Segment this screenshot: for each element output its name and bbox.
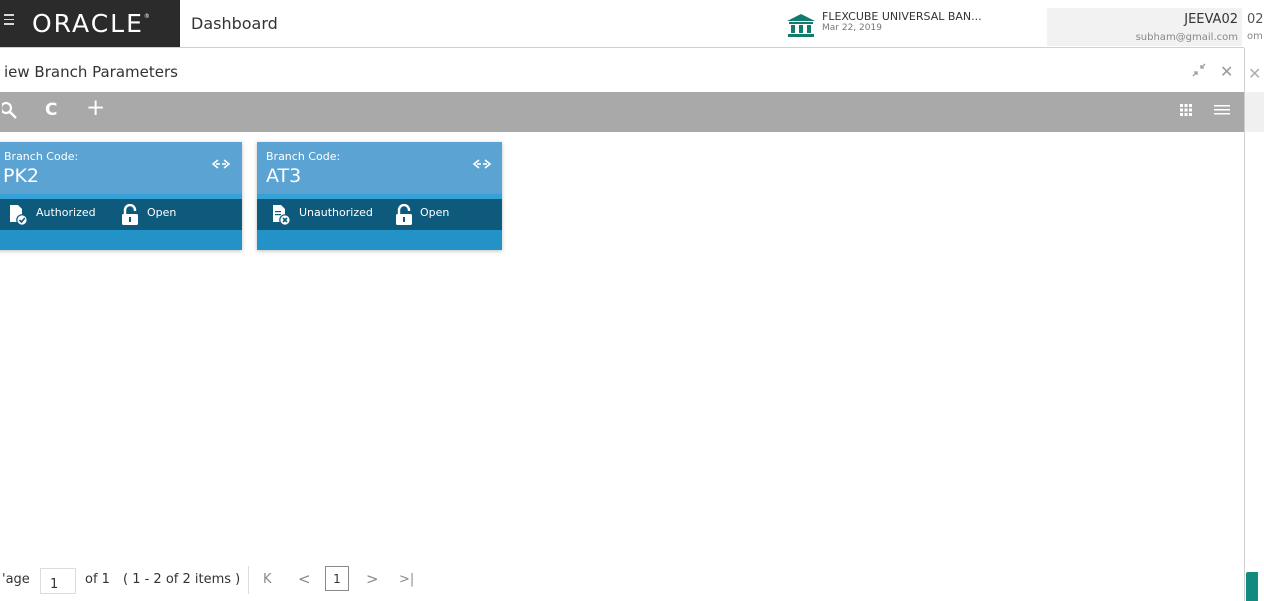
bank-icon <box>787 14 815 37</box>
card-label: Branch Code: <box>266 150 341 163</box>
user-menu[interactable]: JEEVA02 subham@gmail.com <box>1047 8 1242 46</box>
oracle-logo: ORACLE® <box>32 9 150 38</box>
card-branch-code: PK2 <box>3 165 40 187</box>
page-title: iew Branch Parameters <box>4 63 178 81</box>
close-icon-ghost: ✕ <box>1248 64 1262 83</box>
refresh-icon[interactable]: C <box>45 100 57 120</box>
grid-view-icon[interactable] <box>1180 104 1192 116</box>
page-of-label: of 1 <box>85 572 110 587</box>
dashboard-title[interactable]: Dashboard <box>191 14 278 33</box>
card-label: Branch Code: <box>4 150 79 163</box>
page-input[interactable] <box>40 568 76 594</box>
auth-status: Unauthorized <box>299 206 373 219</box>
page-number-button[interactable]: 1 <box>325 566 349 591</box>
toolbar <box>0 92 1244 132</box>
user-email-ghost: om <box>1247 31 1263 42</box>
prev-page-icon[interactable]: < <box>298 570 311 588</box>
bank-name[interactable]: FLEXCUBE UNIVERSAL BAN... <box>822 11 982 23</box>
unlock-icon <box>122 204 138 225</box>
record-status: Open <box>147 206 177 219</box>
add-icon[interactable]: + <box>86 95 105 121</box>
items-count: ( 1 - 2 of 2 items ) <box>123 572 241 587</box>
list-view-icon[interactable] <box>1214 105 1230 115</box>
toolbar-ghost <box>1245 92 1264 132</box>
user-name-ghost: 02 <box>1247 12 1264 27</box>
first-page-icon[interactable]: K <box>263 572 272 587</box>
link-icon[interactable] <box>471 158 493 170</box>
auth-status: Authorized <box>36 206 96 219</box>
close-icon[interactable]: ✕ <box>1220 62 1233 81</box>
ghost-action-button <box>1246 572 1258 601</box>
search-icon[interactable] <box>2 101 20 121</box>
header-divider <box>0 47 1244 48</box>
app-header: ORACLE® Dashboard FLEXCUBE UNIVERSAL BAN… <box>0 0 1264 52</box>
branch-card[interactable]: Branch Code: PK2 Authorized Open <box>0 142 242 250</box>
brand-bar: ORACLE® <box>0 0 180 47</box>
last-page-icon[interactable]: >| <box>399 572 414 587</box>
link-icon[interactable] <box>210 158 232 170</box>
branch-card[interactable]: Branch Code: AT3 Unauthorized Open <box>257 142 502 250</box>
unlock-icon <box>396 204 412 225</box>
menu-icon[interactable] <box>4 14 14 26</box>
user-email: subham@gmail.com <box>1135 32 1238 43</box>
record-status: Open <box>420 206 450 219</box>
card-branch-code: AT3 <box>266 165 302 187</box>
bank-date: Mar 22, 2019 <box>822 23 882 33</box>
next-page-icon[interactable]: > <box>366 570 379 588</box>
unauthorized-icon <box>273 205 291 226</box>
page-label: 'age <box>2 572 30 587</box>
authorized-icon <box>10 205 28 226</box>
pagination-divider <box>248 566 249 594</box>
user-name: JEEVA02 <box>1184 12 1238 27</box>
minimize-icon[interactable] <box>1191 62 1207 78</box>
